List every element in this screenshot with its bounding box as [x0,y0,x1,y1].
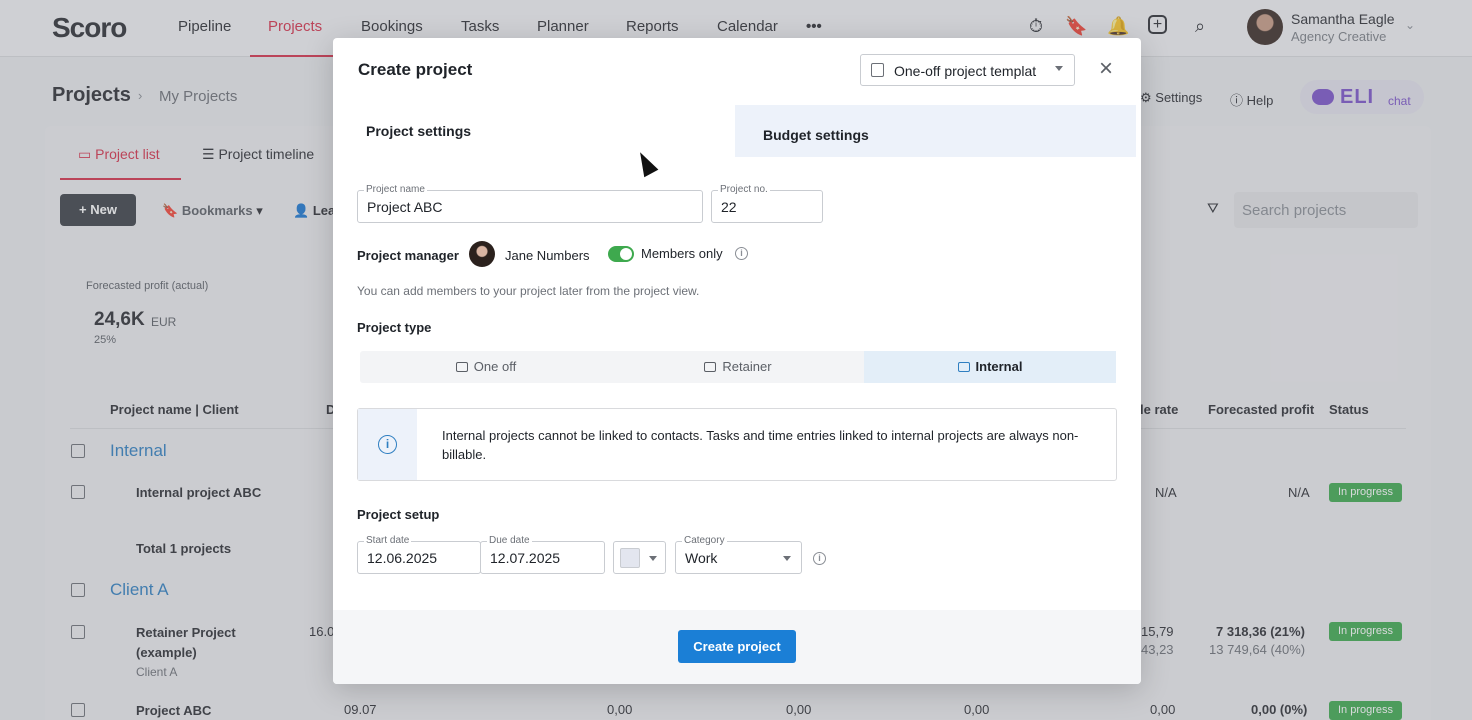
project-type-label: Project type [357,320,432,335]
field-label: Start date [364,535,412,546]
field-value: 22 [721,199,737,215]
project-type-internal[interactable]: Internal [864,351,1116,383]
chevron-down-icon [783,556,791,561]
project-type-one-off[interactable]: One off [360,351,612,383]
template-value: One-off project templat [894,63,1037,79]
color-swatch [620,548,640,568]
category-select[interactable]: Category Work [675,535,802,574]
start-date-field[interactable]: Start date 12.06.2025 [357,535,481,574]
tab-label: Project settings [366,123,472,139]
project-type-selector: One off Retainer Internal [360,351,1116,383]
project-manager-label: Project manager [357,248,459,263]
info-icon: i [378,435,397,454]
template-select[interactable]: One-off project templat [860,54,1075,86]
info-icon[interactable]: i [735,247,748,260]
chevron-down-icon [1055,66,1063,71]
modal-tabs: Project settings Budget settings [341,105,1136,157]
color-picker[interactable] [613,541,666,574]
close-icon[interactable]: × [1095,57,1117,81]
field-label: Due date [487,535,532,546]
modal-title: Create project [358,60,473,79]
members-hint: You can add members to your project late… [357,284,700,298]
repeat-icon [704,362,717,372]
tab-project-settings[interactable]: Project settings [341,105,735,157]
field-value: 12.07.2025 [490,550,561,566]
info-icon[interactable]: i [813,552,826,565]
toggle-knob [620,248,632,260]
project-setup-label: Project setup [357,507,440,522]
field-label: Project no. [718,184,770,195]
members-only-label: Members only [641,246,723,261]
members-only-toggle[interactable] [608,246,634,262]
project-manager-name[interactable]: Jane Numbers [505,248,590,263]
field-value: 12.06.2025 [367,550,438,566]
project-type-retainer[interactable]: Retainer [612,351,864,383]
tab-budget-settings[interactable]: Budget settings [763,127,869,143]
internal-project-notice: i Internal projects cannot be linked to … [357,408,1117,481]
field-value: Project ABC [367,199,443,215]
project-number-field[interactable]: Project no. 22 [711,184,823,223]
template-icon [871,63,884,77]
folder-icon [455,362,468,372]
field-label: Project name [364,184,427,195]
field-value: Work [685,550,718,566]
due-date-field[interactable]: Due date 12.07.2025 [480,535,605,574]
notice-text: Internal projects cannot be linked to co… [442,428,1079,462]
manager-avatar[interactable] [469,241,495,267]
chevron-down-icon [649,556,657,561]
modal-footer: Create project [333,610,1141,684]
create-project-button[interactable]: Create project [678,630,796,663]
field-label: Category [682,535,727,546]
notice-sidebar: i [358,409,417,480]
internal-icon [957,362,970,372]
project-name-field[interactable]: Project name Project ABC [357,184,703,223]
create-project-modal: Create project One-off project templat ×… [333,38,1141,684]
